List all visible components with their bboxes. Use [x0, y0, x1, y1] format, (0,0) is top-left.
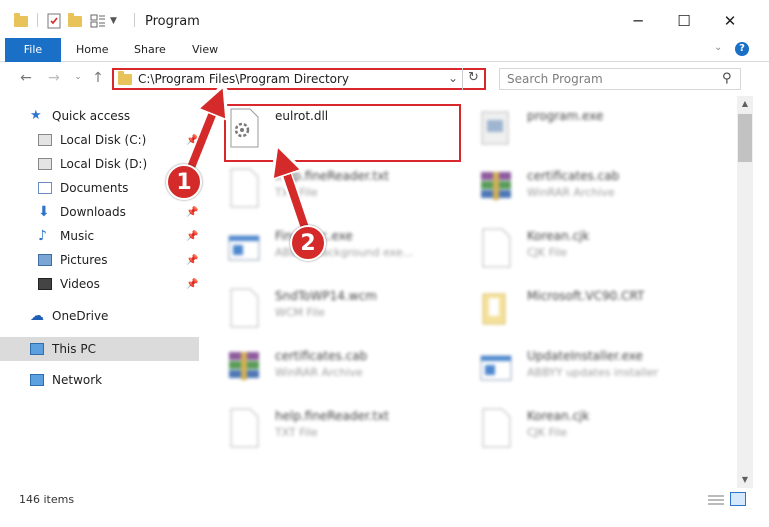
callout-1: 1: [166, 164, 202, 200]
arrow-1: [186, 100, 218, 172]
callout-arrows: [184, 0, 311, 234]
arrow-2: [282, 160, 309, 230]
callout-2: 2: [290, 225, 326, 261]
